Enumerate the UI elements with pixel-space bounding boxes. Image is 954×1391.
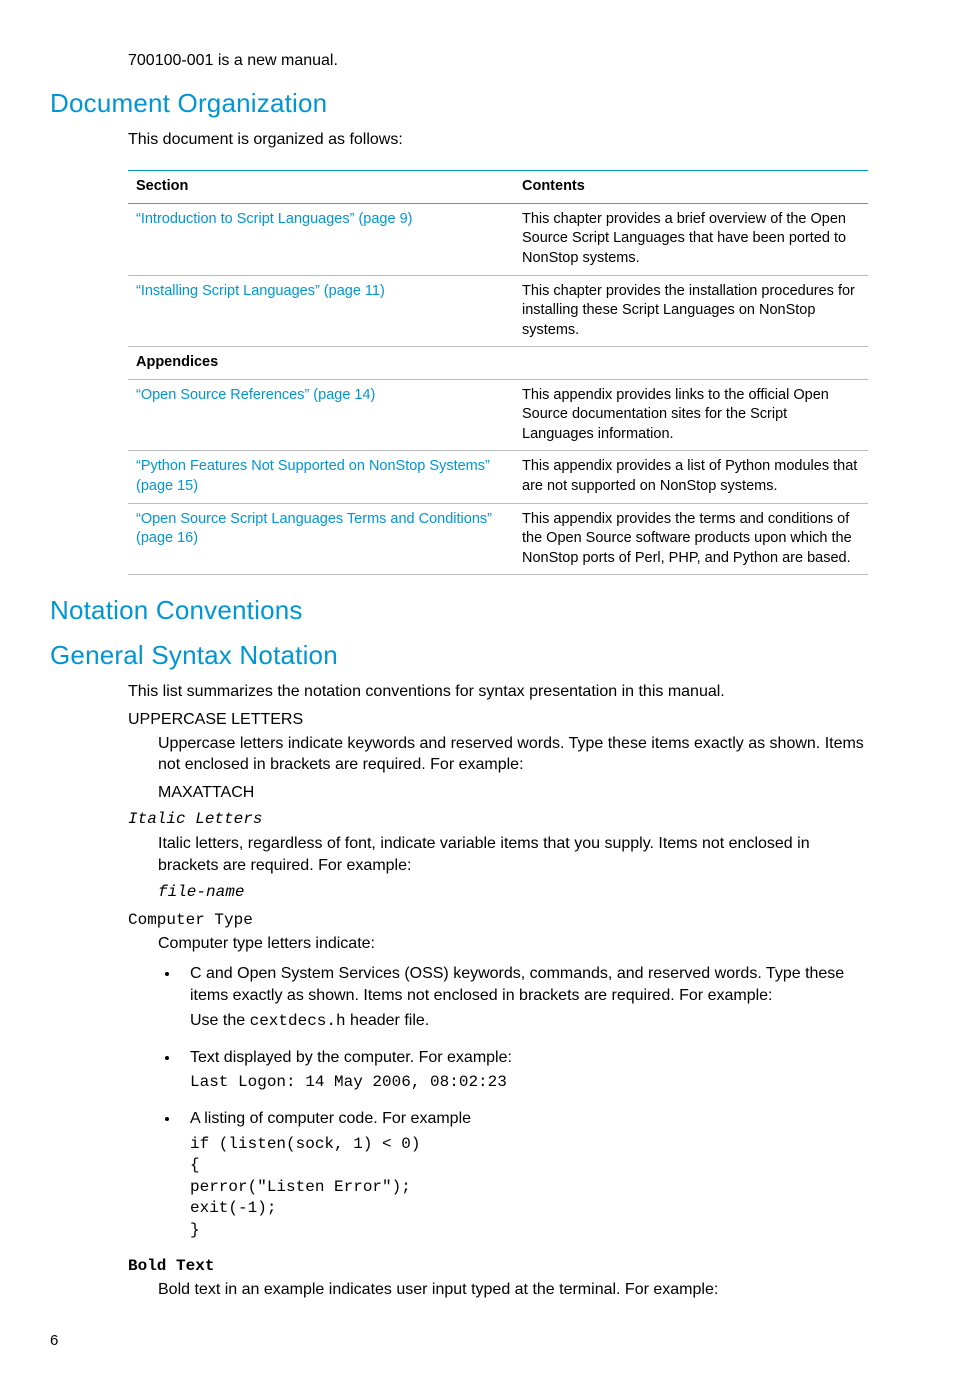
- term-uppercase: UPPERCASE LETTERS: [128, 709, 864, 731]
- page-number: 6: [50, 1331, 864, 1351]
- code-inline: cextdecs.h: [250, 1012, 346, 1030]
- table-row: “Installing Script Languages” (page 11) …: [128, 275, 868, 347]
- example-uppercase: MAXATTACH: [158, 782, 864, 804]
- example-italic: file-name: [158, 882, 864, 904]
- text-fragment: Use the: [190, 1012, 250, 1029]
- section-contents: This chapter provides the installation p…: [514, 275, 868, 347]
- list-item: Text displayed by the computer. For exam…: [180, 1047, 864, 1094]
- table-row: “Open Source Script Languages Terms and …: [128, 503, 868, 575]
- def-computer-type: Computer type letters indicate:: [158, 933, 864, 955]
- docorg-intro: This document is organized as follows:: [128, 129, 864, 151]
- bullet-text: Text displayed by the computer. For exam…: [190, 1049, 512, 1066]
- intro-line: 700100-001 is a new manual.: [128, 50, 864, 72]
- bullet-subtext: Use the cextdecs.h header file.: [190, 1010, 864, 1033]
- section-contents: This appendix provides links to the offi…: [514, 379, 868, 451]
- term-bold: Bold Text: [128, 1256, 864, 1278]
- code-block: if (listen(sock, 1) < 0) { perror("Liste…: [190, 1134, 864, 1242]
- table-row: “Open Source References” (page 14) This …: [128, 379, 868, 451]
- heading-document-organization: Document Organization: [50, 86, 864, 121]
- term-italic: Italic Letters: [128, 809, 864, 831]
- section-link[interactable]: “Introduction to Script Languages” (page…: [128, 203, 514, 275]
- def-italic: Italic letters, regardless of font, indi…: [158, 833, 864, 876]
- section-link[interactable]: “Python Features Not Supported on NonSto…: [128, 451, 514, 503]
- def-uppercase: Uppercase letters indicate keywords and …: [158, 733, 864, 776]
- appendices-label: Appendices: [128, 347, 868, 380]
- heading-general-syntax-notation: General Syntax Notation: [50, 638, 864, 673]
- term-computer-type: Computer Type: [128, 910, 864, 932]
- section-contents: This chapter provides a brief overview o…: [514, 203, 868, 275]
- code-block: Last Logon: 14 May 2006, 08:02:23: [190, 1072, 864, 1094]
- bullet-text: A listing of computer code. For example: [190, 1110, 471, 1127]
- section-link[interactable]: “Installing Script Languages” (page 11): [128, 275, 514, 347]
- organization-table: Section Contents “Introduction to Script…: [128, 170, 868, 575]
- computer-type-list: C and Open System Services (OSS) keyword…: [180, 963, 864, 1242]
- section-link[interactable]: “Open Source Script Languages Terms and …: [128, 503, 514, 575]
- def-bold: Bold text in an example indicates user i…: [158, 1279, 864, 1301]
- table-row: “Introduction to Script Languages” (page…: [128, 203, 868, 275]
- heading-notation-conventions: Notation Conventions: [50, 593, 864, 628]
- section-contents: This appendix provides a list of Python …: [514, 451, 868, 503]
- bullet-text: C and Open System Services (OSS) keyword…: [190, 965, 844, 1004]
- table-row-appendices: Appendices: [128, 347, 868, 380]
- section-link[interactable]: “Open Source References” (page 14): [128, 379, 514, 451]
- table-header-section: Section: [128, 171, 514, 204]
- table-row: “Python Features Not Supported on NonSto…: [128, 451, 868, 503]
- text-fragment: header file.: [346, 1012, 430, 1029]
- list-item: A listing of computer code. For example …: [180, 1108, 864, 1242]
- syntax-intro: This list summarizes the notation conven…: [128, 681, 864, 703]
- section-contents: This appendix provides the terms and con…: [514, 503, 868, 575]
- list-item: C and Open System Services (OSS) keyword…: [180, 963, 864, 1033]
- table-header-contents: Contents: [514, 171, 868, 204]
